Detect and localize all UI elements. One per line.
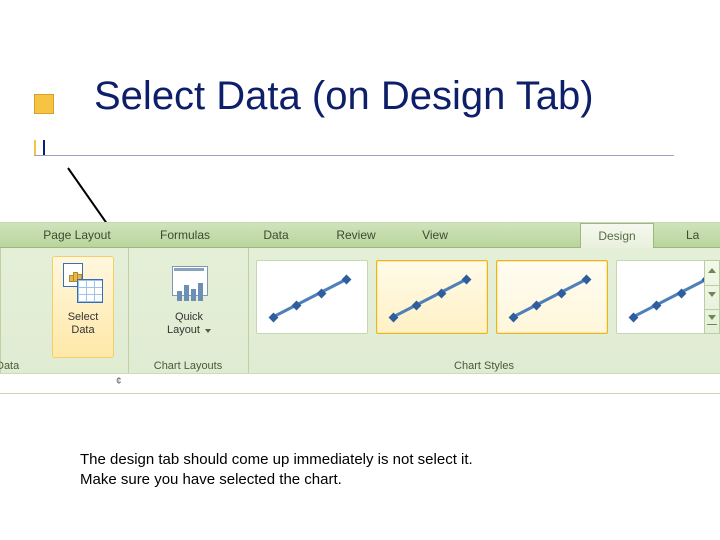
dropdown-arrow-icon [205, 329, 211, 333]
group-chart-layouts: QuickLayout Chart Layouts [128, 248, 249, 374]
group-label-chart-layouts: Chart Layouts [128, 360, 248, 372]
select-data-label-line2: Data [71, 324, 94, 336]
tab-data[interactable]: Data [250, 223, 302, 247]
select-data-button[interactable]: SelectData [52, 256, 114, 358]
gallery-expand-bar-icon [707, 324, 717, 325]
select-data-label-line1: Select [68, 311, 99, 323]
title-decor-tick-orange [34, 140, 36, 155]
chart-styles-gallery [248, 260, 706, 332]
group-select-data: SelectData [38, 248, 129, 374]
select-data-icon [61, 261, 105, 305]
tab-page-layout[interactable]: Page Layout [34, 223, 120, 247]
scroll-down-icon[interactable] [708, 292, 716, 297]
chart-style-option-4[interactable] [616, 260, 708, 334]
quick-layout-button[interactable]: QuickLayout [158, 256, 220, 358]
pointer-arrow [68, 167, 168, 169]
gallery-expand-icon[interactable] [708, 315, 716, 320]
chart-style-option-1[interactable] [256, 260, 368, 334]
group-label-chart-styles: Chart Styles [248, 360, 720, 372]
scroll-up-icon[interactable] [708, 268, 716, 273]
tab-design[interactable]: Design [580, 223, 654, 248]
title-decor-tick-blue [43, 140, 45, 155]
chart-style-option-2[interactable] [376, 260, 488, 334]
tab-layout-partial[interactable]: La [680, 223, 720, 247]
slide-caption: The design tab should come up immediatel… [80, 450, 473, 490]
ribbon-body: umn Data [0, 248, 720, 374]
quick-layout-label-line2: Layout [167, 324, 200, 336]
ribbon-screenshot: Page Layout Formulas Data Review View De… [0, 222, 720, 394]
title-underline [34, 155, 674, 156]
tab-formulas[interactable]: Formulas [148, 223, 222, 247]
caption-line-1: The design tab should come up immediatel… [80, 450, 473, 470]
caption-line-2: Make sure you have selected the chart. [80, 470, 473, 490]
tab-view[interactable]: View [410, 223, 460, 247]
title-bullet-icon [34, 94, 54, 114]
ribbon-tabs: Page Layout Formulas Data Review View De… [0, 223, 720, 248]
group-label-data-fragment: Data [0, 360, 19, 372]
chart-style-option-3[interactable] [496, 260, 608, 334]
tab-review[interactable]: Review [326, 223, 386, 247]
quick-layout-icon [167, 261, 211, 305]
quick-layout-label-line1: Quick [175, 311, 203, 323]
group-left-fragment: umn [0, 248, 1, 374]
group-chart-styles: Chart Styles [248, 248, 720, 374]
line-series-icon [265, 261, 359, 333]
gallery-scroller[interactable] [704, 260, 720, 334]
line-series-icon [505, 261, 599, 333]
line-series-icon [385, 261, 479, 333]
slide-title: Select Data (on Design Tab) [94, 74, 594, 119]
slide: Select Data (on Design Tab) Page Layout … [0, 0, 720, 540]
